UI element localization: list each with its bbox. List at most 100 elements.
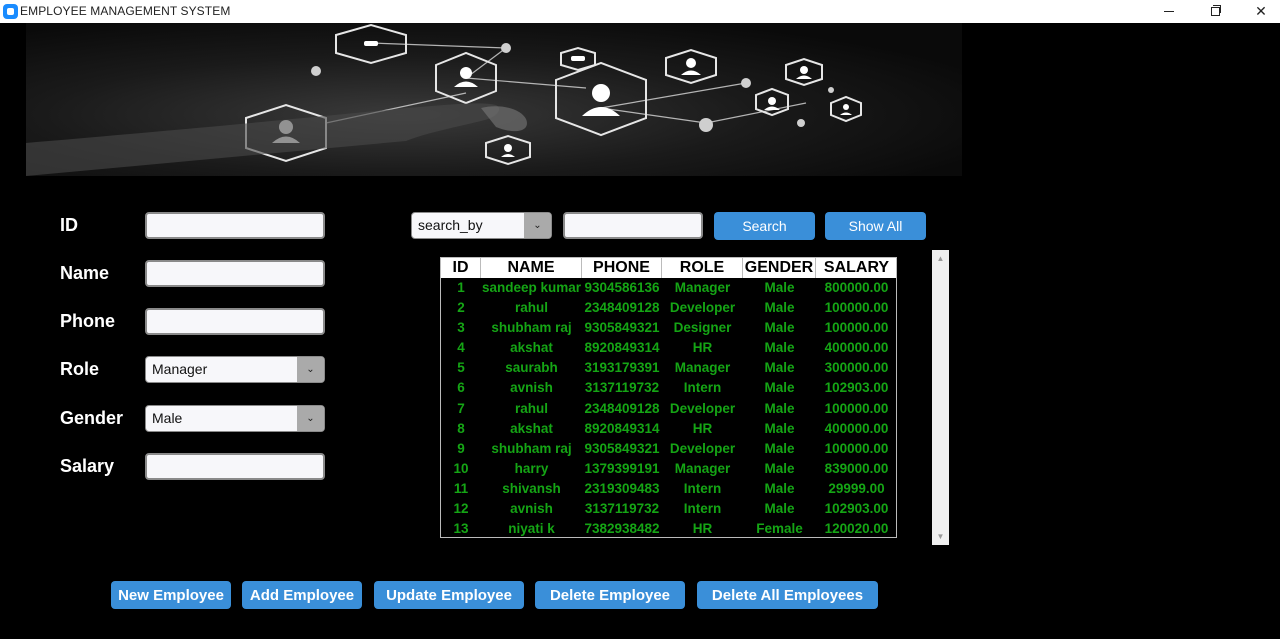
table-row[interactable]: 3 shubham raj 9305849321 Designer Male 100000… [441,318,896,338]
gender-select-value: Male [152,410,183,426]
chevron-down-icon[interactable]: ⌄ [524,213,551,238]
add-employee-button[interactable]: Add Employee [242,581,362,609]
cell-salary: 100000.00 [824,320,889,336]
app-icon [3,4,18,19]
cell-phone: 8920849314 [584,340,660,356]
update-employee-button[interactable]: Update Employee [374,581,524,609]
delete-employee-button[interactable]: Delete Employee [535,581,685,609]
cell-salary: 300000.00 [824,360,889,376]
cell-gender: Male [764,501,795,517]
cell-salary: 120020.00 [824,521,889,537]
role-label: Role [60,359,100,379]
cell-name: saurabh [505,360,558,376]
cell-gender: Male [764,280,795,295]
cell-gender: Male [764,440,795,456]
phone-input[interactable] [145,308,325,335]
scroll-down-icon[interactable]: ▼ [932,528,949,545]
cell-name: avnish [510,501,553,517]
salary-input[interactable] [145,453,325,480]
cell-gender: Male [764,300,795,316]
id-input[interactable] [145,212,325,239]
table-scrollbar[interactable]: ▲ ▼ [932,250,949,545]
cell-role: Intern [683,480,722,496]
cell-name: shubham raj [491,320,572,336]
id-label: ID [60,215,78,235]
cell-id: 4 [457,340,465,356]
cell-role: HR [692,521,713,537]
table-row[interactable]: 7 rahul 2348409128 Developer Male 100000.00 [441,399,896,419]
column-header-gender[interactable]: GENDER [743,258,816,278]
table-row[interactable]: 12 avnish 3137119732 Intern Male 102903.00 [441,499,896,519]
table-row[interactable]: 1 sandeep kumar 9304586136 Manager Male 80000… [441,278,896,298]
cell-gender: Male [764,380,795,396]
cell-name: avnish [510,380,553,396]
table-row[interactable]: 10 harry 1379399191 Manager Male 839000.00 [441,459,896,479]
cell-role: Manager [674,460,731,476]
column-header-name[interactable]: NAME [481,258,582,278]
cell-gender: Male [764,360,795,376]
maximize-button[interactable] [1192,0,1238,23]
cell-role: Designer [673,320,732,336]
gender-select[interactable]: Male ⌄ [145,405,325,432]
name-input[interactable] [145,260,325,287]
show-all-button[interactable]: Show All [825,212,926,240]
search-button[interactable]: Search [714,212,815,240]
column-header-id[interactable]: ID [441,258,481,278]
cell-id: 2 [457,300,465,316]
chevron-down-icon[interactable]: ⌄ [297,406,324,431]
cell-phone: 3137119732 [584,380,660,396]
table-row[interactable]: 8 akshat 8920849314 HR Male 400000.00 [441,419,896,439]
search-input[interactable] [563,212,703,239]
cell-phone: 2319309483 [584,480,660,496]
cell-id: 5 [457,360,465,376]
cell-name: sandeep kumar [481,280,582,295]
column-header-phone[interactable]: PHONE [582,258,662,278]
salary-label: Salary [60,456,115,476]
table-row[interactable]: 2 rahul 2348409128 Developer Male 100000.00 [441,298,896,318]
cell-salary: 100000.00 [824,300,889,316]
cell-gender: Male [764,340,795,356]
cell-gender: Male [764,320,795,336]
role-select[interactable]: Manager ⌄ [145,356,325,383]
cell-phone: 3193179391 [584,360,660,376]
chevron-down-icon[interactable]: ⌄ [297,357,324,382]
table-row[interactable]: 6 avnish 3137119732 Intern Male 102903.00 [441,378,896,398]
cell-salary: 800000.00 [824,280,889,295]
cell-gender: Female [756,521,803,537]
table-row[interactable]: 9 shubham raj 9305849321 Developer Male 10000… [441,439,896,459]
cell-role: HR [692,340,713,356]
cell-gender: Male [764,480,795,496]
cell-phone: 1379399191 [584,460,660,476]
cell-salary: 400000.00 [824,420,889,436]
table-header: ID NAME PHONE ROLE GENDER SALARY [441,258,896,278]
minimize-button[interactable] [1146,0,1192,23]
table-body: 1 sandeep kumar 9304586136 Manager Male 80000… [441,278,896,537]
search-by-value: search_by [418,217,483,233]
cell-id: 13 [453,521,469,537]
name-label: Name [60,263,110,283]
close-button[interactable]: ✕ [1238,0,1280,23]
table-row[interactable]: 13 niyati k 7382938482 HR Female 120020.00 [441,519,896,537]
cell-name: shivansh [502,480,561,496]
scroll-up-icon[interactable]: ▲ [932,250,949,267]
cell-id: 8 [457,420,465,436]
column-header-role[interactable]: ROLE [662,258,743,278]
employee-table[interactable]: ID NAME PHONE ROLE GENDER SALARY 1 sandee… [440,257,897,538]
cell-id: 11 [453,480,469,496]
minimize-icon [1164,11,1174,12]
table-row[interactable]: 11 shivansh 2319309483 Intern Male 29999.00 [441,479,896,499]
cell-gender: Male [764,400,795,416]
new-employee-button[interactable]: New Employee [111,581,231,609]
cell-phone: 7382938482 [584,521,660,537]
cell-salary: 29999.00 [828,480,885,496]
table-row[interactable]: 4 akshat 8920849314 HR Male 400000.00 [441,338,896,358]
cell-phone: 3137119732 [584,501,660,517]
cell-phone: 9304586136 [584,280,660,295]
table-row[interactable]: 5 saurabh 3193179391 Manager Male 300000.00 [441,358,896,378]
cell-name: harry [514,460,549,476]
delete-all-employees-button[interactable]: Delete All Employees [697,581,878,609]
column-header-salary[interactable]: SALARY [816,258,896,278]
cell-salary: 102903.00 [824,501,889,517]
search-by-select[interactable]: search_by ⌄ [411,212,552,239]
role-select-value: Manager [152,361,208,377]
